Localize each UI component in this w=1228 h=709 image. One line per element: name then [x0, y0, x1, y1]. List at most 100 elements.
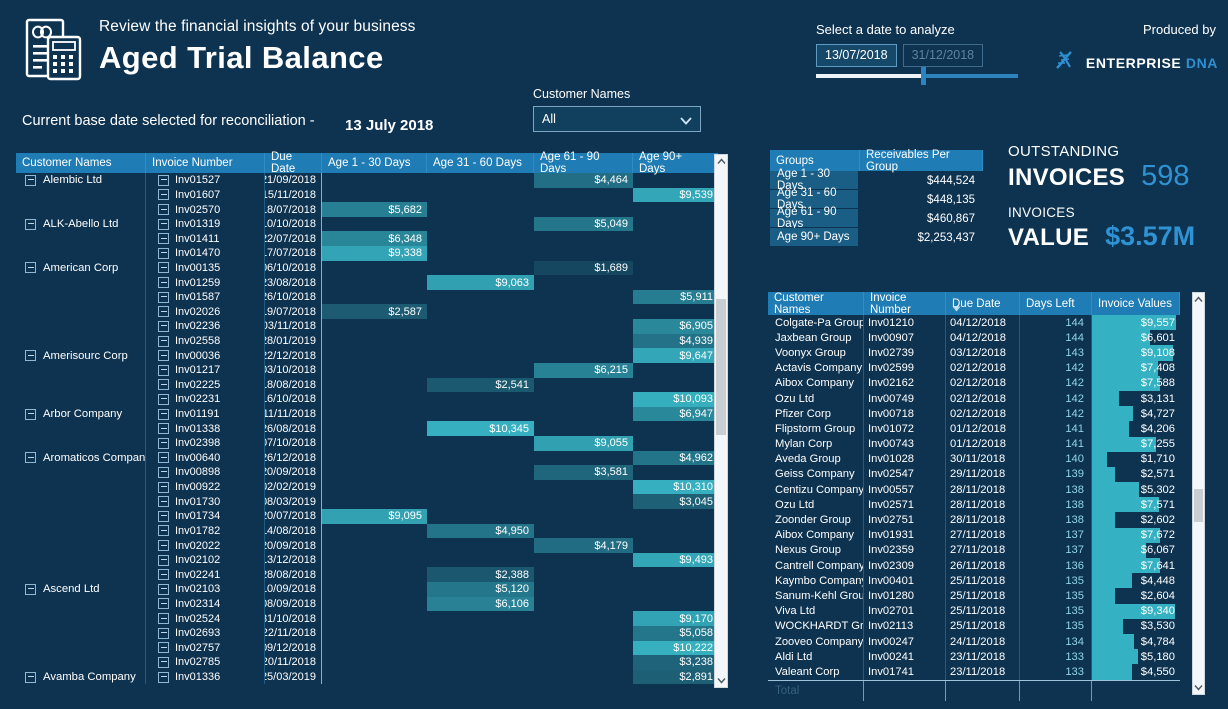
table-row[interactable]: Ozu Ltd Inv00749 02/12/2018 142 $3,131	[768, 390, 1180, 407]
chevron-down-icon[interactable]	[1193, 681, 1204, 694]
table-row[interactable]: Pfizer Corp Inv00718 02/12/2018 142 $4,727	[768, 406, 1180, 422]
table-row[interactable]: Inv02225 18/08/2018 $2,541	[16, 377, 718, 393]
table-row[interactable]: Geiss Company Inv02547 29/11/2018 139 $2,571	[768, 466, 1180, 483]
expand-collapse-icon[interactable]	[158, 233, 169, 245]
table-row[interactable]: Inv02398 07/10/2018 $9,055	[16, 435, 718, 451]
table-row[interactable]: Inv01217 03/10/2018 $6,215	[16, 362, 718, 378]
table-row[interactable]: Avamba Company Inv01336 25/03/2019 $2,891	[16, 669, 718, 685]
column-header-invoice-number[interactable]: Invoice Number	[146, 153, 265, 173]
expand-collapse-icon[interactable]	[158, 393, 169, 405]
expand-collapse-icon[interactable]	[158, 218, 169, 230]
expand-collapse-icon[interactable]	[158, 291, 169, 303]
column-header-days-left[interactable]: Days Left	[1020, 292, 1092, 315]
table-row[interactable]: Aibox Company Inv01931 27/11/2018 137 $7,672	[768, 527, 1180, 543]
date-range-slider-handle[interactable]	[921, 67, 926, 85]
table-row[interactable]: Inv02785 20/11/2018 $3,238	[16, 655, 718, 670]
column-header-invoice-values[interactable]: Invoice Values	[1092, 292, 1180, 315]
expand-collapse-icon[interactable]	[25, 262, 36, 274]
expand-collapse-icon[interactable]	[158, 189, 169, 201]
expand-collapse-icon[interactable]	[158, 627, 169, 639]
expand-collapse-icon[interactable]	[158, 437, 169, 449]
expand-collapse-icon[interactable]	[158, 452, 169, 464]
expand-collapse-icon[interactable]	[158, 174, 169, 186]
column-header-customer-names[interactable]: Customer Names	[16, 153, 146, 173]
expand-collapse-icon[interactable]	[25, 174, 36, 186]
table-row[interactable]: Inv01607 15/11/2018 $9,539	[16, 187, 718, 203]
column-header-detail-invoice-number[interactable]: Invoice Number	[864, 292, 946, 316]
expand-collapse-icon[interactable]	[158, 540, 169, 552]
table-row[interactable]: Arbor Company Inv01191 11/11/2018 $6,947	[16, 406, 718, 422]
groups-row[interactable]: Age 90+ Days $2,253,437	[770, 228, 983, 247]
table-row[interactable]: Kaymbo Company Inv00401 25/11/2018 135 $4,44…	[768, 573, 1180, 589]
table-row[interactable]: ALK-Abello Ltd Inv01319 10/10/2018 $5,049	[16, 216, 718, 232]
date-range-slider-track[interactable]	[816, 74, 1018, 78]
expand-collapse-icon[interactable]	[158, 671, 169, 683]
column-header-receivables-per-group[interactable]: Receivables Per Group	[860, 149, 983, 173]
chevron-up-icon[interactable]	[1193, 293, 1204, 306]
expand-collapse-icon[interactable]	[158, 642, 169, 654]
expand-collapse-icon[interactable]	[158, 510, 169, 522]
table-row[interactable]: Aveda Group Inv01028 30/11/2018 140 $1,710	[768, 451, 1180, 467]
table-row[interactable]: Inv02570 18/07/2018 $5,682	[16, 202, 718, 217]
expand-collapse-icon[interactable]	[25, 671, 36, 683]
expand-collapse-icon[interactable]	[158, 656, 169, 668]
expand-collapse-icon[interactable]	[25, 350, 36, 362]
expand-collapse-icon[interactable]	[158, 306, 169, 318]
table-row[interactable]: Ascend Ltd Inv02103 10/09/2018 $5,120	[16, 582, 718, 597]
column-header-detail-customer-names[interactable]: Customer Names	[768, 292, 864, 316]
table-row[interactable]: Colgate-Pa Group Inv01210 04/12/2018 144 $9,…	[768, 315, 1180, 331]
table-row[interactable]: Jaxbean Group Inv00907 04/12/2018 144 $6,601	[768, 330, 1180, 346]
table-row[interactable]: American Corp Inv00135 06/10/2018 $1,689	[16, 260, 718, 276]
table-row[interactable]: Inv02236 03/11/2018 $6,905	[16, 319, 718, 334]
table-row[interactable]: WOCKHARDT GroupInv0211325/11/2018135 $3,5…	[768, 618, 1180, 634]
expand-collapse-icon[interactable]	[158, 335, 169, 347]
column-header-due-date[interactable]: Due Date	[265, 151, 322, 175]
table-row[interactable]: Alembic Ltd Inv01527 21/09/2018 $4,464	[16, 173, 718, 188]
expand-collapse-icon[interactable]	[25, 583, 36, 595]
expand-collapse-icon[interactable]	[158, 379, 169, 391]
table-row[interactable]: Inv02022 20/09/2018 $4,179	[16, 538, 718, 553]
table-row[interactable]: Zooveo Company Inv00247 24/11/2018 134 $4,78…	[768, 633, 1180, 650]
table-row[interactable]: Inv02102 13/12/2018 $9,493	[16, 552, 718, 568]
table-row[interactable]: Inv00898 20/09/2018 $3,581	[16, 465, 718, 480]
table-row[interactable]: Viva Ltd Inv02701 25/11/2018 135 $9,340	[768, 603, 1180, 619]
table-row[interactable]: Mylan Corp Inv00743 01/12/2018 141 $7,255	[768, 436, 1180, 452]
table-row[interactable]: Aldi Ltd Inv00241 23/11/2018 133 $5,180	[768, 649, 1180, 665]
table-row[interactable]: Inv01411 22/07/2018 $6,348	[16, 231, 718, 247]
table-row[interactable]: Inv02524 31/10/2018 $9,170	[16, 611, 718, 626]
expand-collapse-icon[interactable]	[25, 452, 36, 464]
expand-collapse-icon[interactable]	[158, 569, 169, 581]
date-range-end-input[interactable]: 31/12/2018	[902, 44, 984, 67]
chevron-down-icon[interactable]	[679, 114, 692, 126]
table-row[interactable]: Inv02026 19/07/2018 $2,587	[16, 304, 718, 320]
table-row[interactable]: Cantrell Company Inv02309 26/11/2018 136 $7,…	[768, 558, 1180, 574]
expand-collapse-icon[interactable]	[25, 408, 36, 420]
date-range-start-input[interactable]: 13/07/2018	[816, 44, 897, 67]
groups-row[interactable]: Age 61 - 90 Days $460,867	[770, 206, 983, 230]
slicer-dropdown[interactable]: All	[533, 106, 701, 132]
table-row[interactable]: Ozu Ltd Inv02571 28/11/2018 138 $7,571	[768, 497, 1180, 513]
expand-collapse-icon[interactable]	[158, 277, 169, 289]
expand-collapse-icon[interactable]	[158, 613, 169, 625]
expand-collapse-icon[interactable]	[158, 364, 169, 376]
matrix-scrollbar[interactable]	[714, 154, 728, 688]
table-row[interactable]: Amerisourc Corp Inv00036 22/12/2018 $9,647	[16, 348, 718, 363]
expand-collapse-icon[interactable]	[158, 204, 169, 216]
table-row[interactable]: Centizu Company Inv00557 28/11/2018 138 $5,3…	[768, 482, 1180, 498]
expand-collapse-icon[interactable]	[25, 218, 36, 230]
expand-collapse-icon[interactable]	[158, 525, 169, 537]
table-row[interactable]: Sanum-Kehl Group Inv01280 25/11/2018 135 $2,…	[768, 588, 1180, 604]
detail-scrollbar[interactable]	[1192, 292, 1205, 695]
expand-collapse-icon[interactable]	[158, 423, 169, 435]
expand-collapse-icon[interactable]	[158, 320, 169, 332]
table-row[interactable]: Inv01587 26/10/2018 $5,911	[16, 289, 718, 305]
expand-collapse-icon[interactable]	[158, 247, 169, 259]
table-row[interactable]: Flipstorm Group Inv01072 01/12/2018 141 $4,2…	[768, 421, 1180, 437]
expand-collapse-icon[interactable]	[158, 598, 169, 610]
matrix-scrollbar-thumb[interactable]	[716, 299, 726, 435]
table-row[interactable]: Inv01734 20/07/2018 $9,095	[16, 509, 718, 524]
expand-collapse-icon[interactable]	[158, 554, 169, 566]
table-row[interactable]: Zoonder Group Inv02751 28/11/2018 138 $2,602	[768, 512, 1180, 528]
table-row[interactable]: Inv02241 28/08/2018 $2,388	[16, 567, 718, 583]
column-header-detail-due-date[interactable]: Due Date	[946, 292, 1020, 315]
